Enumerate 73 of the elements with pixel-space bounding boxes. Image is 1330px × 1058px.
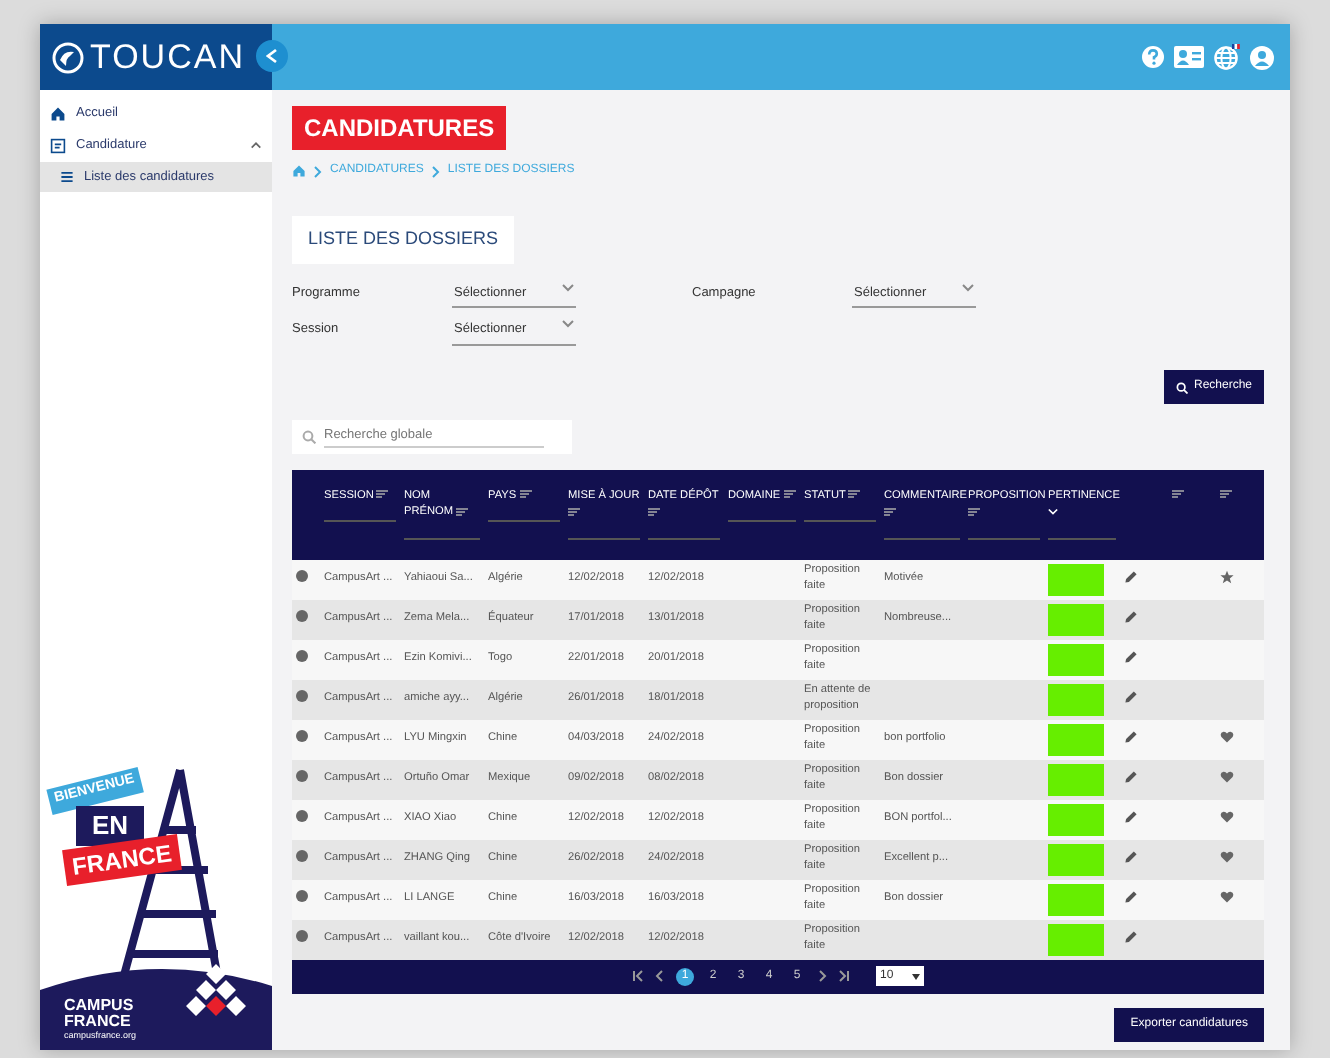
id-card-icon[interactable]	[1174, 46, 1204, 68]
relevance-indicator	[1048, 803, 1104, 836]
toucan-logo-icon	[52, 41, 84, 73]
status-dot	[296, 729, 308, 742]
edit-icon[interactable]	[1124, 730, 1138, 745]
sort-icon[interactable]	[968, 507, 980, 516]
search-icon	[302, 429, 316, 444]
list-icon	[60, 169, 74, 184]
section-title: LISTE DES DOSSIERS	[292, 216, 515, 263]
document-icon	[50, 137, 66, 154]
sort-icon[interactable]	[519, 490, 532, 499]
chevron-icon	[314, 165, 322, 177]
sort-icon[interactable]	[1220, 490, 1232, 499]
edit-icon[interactable]	[1124, 930, 1138, 945]
sort-icon[interactable]	[568, 507, 580, 516]
sort-icon[interactable]	[783, 490, 796, 499]
sort-icon[interactable]	[848, 490, 861, 499]
previous-page-icon[interactable]	[654, 970, 666, 983]
heart-icon[interactable]	[1220, 890, 1234, 905]
app-logo: TOUCAN	[90, 40, 245, 74]
status-dot	[296, 929, 308, 942]
relevance-indicator	[1048, 643, 1104, 676]
sort-icon[interactable]	[648, 507, 660, 516]
status-dot	[296, 769, 308, 782]
chevron-icon	[431, 165, 440, 177]
relevance-indicator	[1048, 563, 1104, 596]
help-icon[interactable]	[1142, 46, 1164, 68]
edit-icon[interactable]	[1124, 890, 1138, 905]
first-page-icon[interactable]	[632, 970, 644, 983]
status-dot	[296, 889, 308, 902]
collapse-sidebar-button[interactable]	[256, 40, 288, 72]
chevron-icon	[562, 283, 574, 291]
sort-icon[interactable]	[376, 490, 389, 499]
home-icon	[50, 105, 66, 122]
star-icon[interactable]	[1220, 570, 1234, 585]
last-page-icon[interactable]	[838, 970, 850, 983]
relevance-indicator	[1048, 843, 1104, 876]
chevron-icon	[962, 283, 974, 291]
edit-icon[interactable]	[1124, 810, 1138, 825]
relevance-indicator	[1048, 883, 1104, 916]
sort-icon[interactable]	[1172, 490, 1184, 499]
edit-icon[interactable]	[1124, 650, 1138, 665]
sort-icon[interactable]	[456, 507, 469, 516]
heart-icon[interactable]	[1220, 850, 1234, 865]
status-dot	[296, 809, 308, 822]
globe-icon[interactable]	[1214, 44, 1240, 70]
status-dot	[296, 609, 308, 622]
status-dot	[296, 649, 308, 662]
search-icon	[1175, 381, 1188, 393]
edit-icon[interactable]	[1124, 850, 1138, 865]
edit-icon[interactable]	[1124, 610, 1138, 625]
page-title: CANDIDATURES	[292, 106, 507, 150]
status-dot	[296, 689, 308, 702]
relevance-indicator	[1048, 723, 1104, 756]
edit-icon[interactable]	[1124, 690, 1138, 705]
sort-icon[interactable]	[884, 507, 896, 516]
heart-icon[interactable]	[1220, 810, 1234, 825]
caret-icon	[912, 973, 920, 980]
relevance-indicator	[1048, 923, 1104, 956]
heart-icon[interactable]	[1220, 770, 1234, 785]
relevance-indicator	[1048, 763, 1104, 796]
chevron-icon[interactable]	[1048, 507, 1058, 516]
chevron-icon	[562, 320, 574, 329]
status-dot	[296, 569, 308, 582]
edit-icon[interactable]	[1124, 570, 1138, 585]
status-dot	[296, 849, 308, 862]
heart-icon[interactable]	[1220, 730, 1234, 745]
relevance-indicator	[1048, 683, 1104, 716]
relevance-indicator	[1048, 603, 1104, 636]
next-page-icon[interactable]	[816, 970, 828, 983]
user-icon[interactable]	[1250, 45, 1274, 69]
chevron-icon	[266, 48, 278, 64]
edit-icon[interactable]	[1124, 770, 1138, 785]
